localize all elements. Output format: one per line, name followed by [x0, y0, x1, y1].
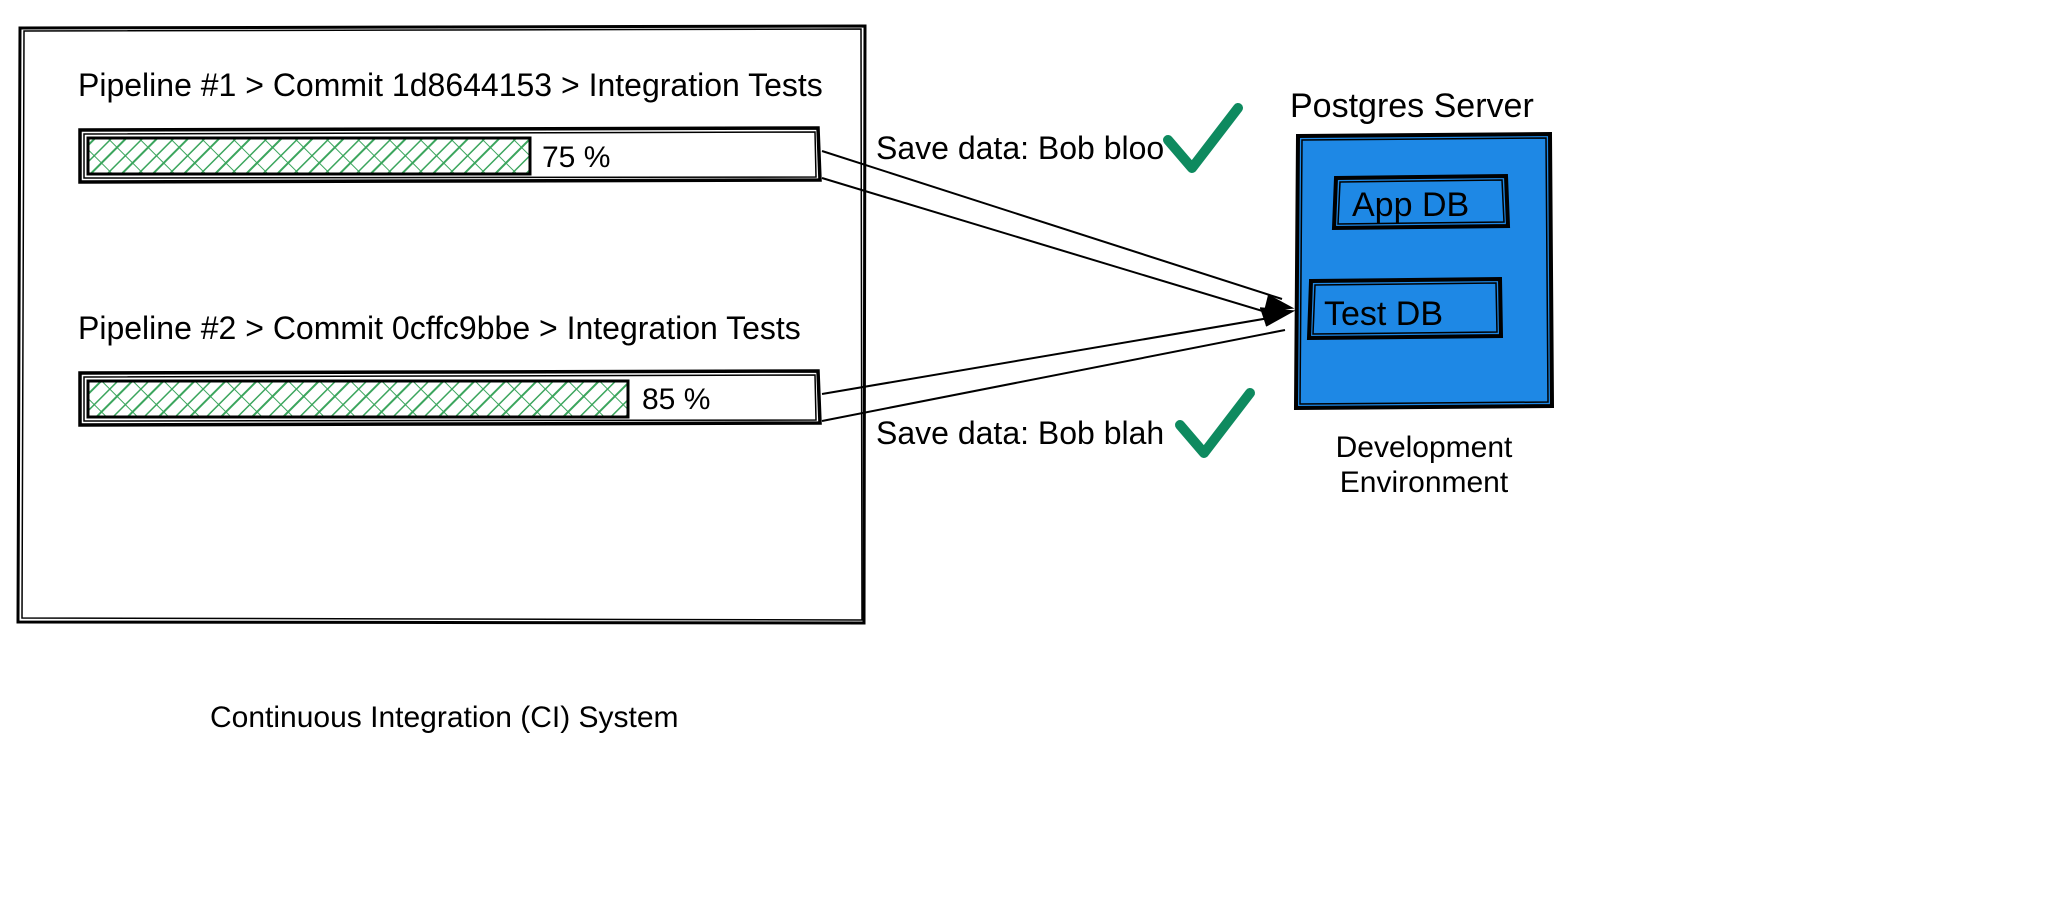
action-2-label: Save data: Bob blah	[876, 415, 1164, 451]
pipeline-2-progress-bar: 85 %	[80, 371, 820, 425]
pipeline-2-breadcrumb: Pipeline #2 > Commit 0cffc9bbe > Integra…	[78, 310, 801, 346]
test-db: Test DB	[1309, 279, 1501, 338]
postgres-server: Postgres Server App DB Test DB Developme…	[1290, 87, 1552, 499]
action-2: Save data: Bob blah	[876, 393, 1250, 453]
action-1: Save data: Bob bloo	[876, 108, 1238, 168]
app-db-label: App DB	[1352, 186, 1469, 224]
pipeline-1: Pipeline #1 > Commit 1d8644153 > Integra…	[78, 67, 823, 182]
app-db: App DB	[1334, 176, 1508, 228]
arrow-2	[822, 308, 1293, 421]
action-1-label: Save data: Bob bloo	[876, 130, 1164, 166]
diagram-root: Pipeline #1 > Commit 1d8644153 > Integra…	[0, 0, 2067, 898]
pipeline-1-breadcrumb: Pipeline #1 > Commit 1d8644153 > Integra…	[78, 67, 823, 103]
pipeline-1-progress-label: 75 %	[542, 141, 610, 174]
arrow-1	[822, 151, 1292, 316]
check-icon	[1180, 393, 1250, 453]
server-subtitle-line2: Environment	[1340, 466, 1509, 499]
check-icon	[1168, 108, 1238, 168]
server-title: Postgres Server	[1290, 87, 1534, 125]
server-subtitle-line1: Development	[1336, 431, 1513, 464]
pipeline-1-progress-bar: 75 %	[80, 128, 820, 182]
ci-system-label: Continuous Integration (CI) System	[210, 701, 679, 734]
pipeline-2: Pipeline #2 > Commit 0cffc9bbe > Integra…	[78, 310, 820, 425]
test-db-label: Test DB	[1324, 295, 1443, 333]
pipeline-2-progress-label: 85 %	[642, 383, 710, 416]
